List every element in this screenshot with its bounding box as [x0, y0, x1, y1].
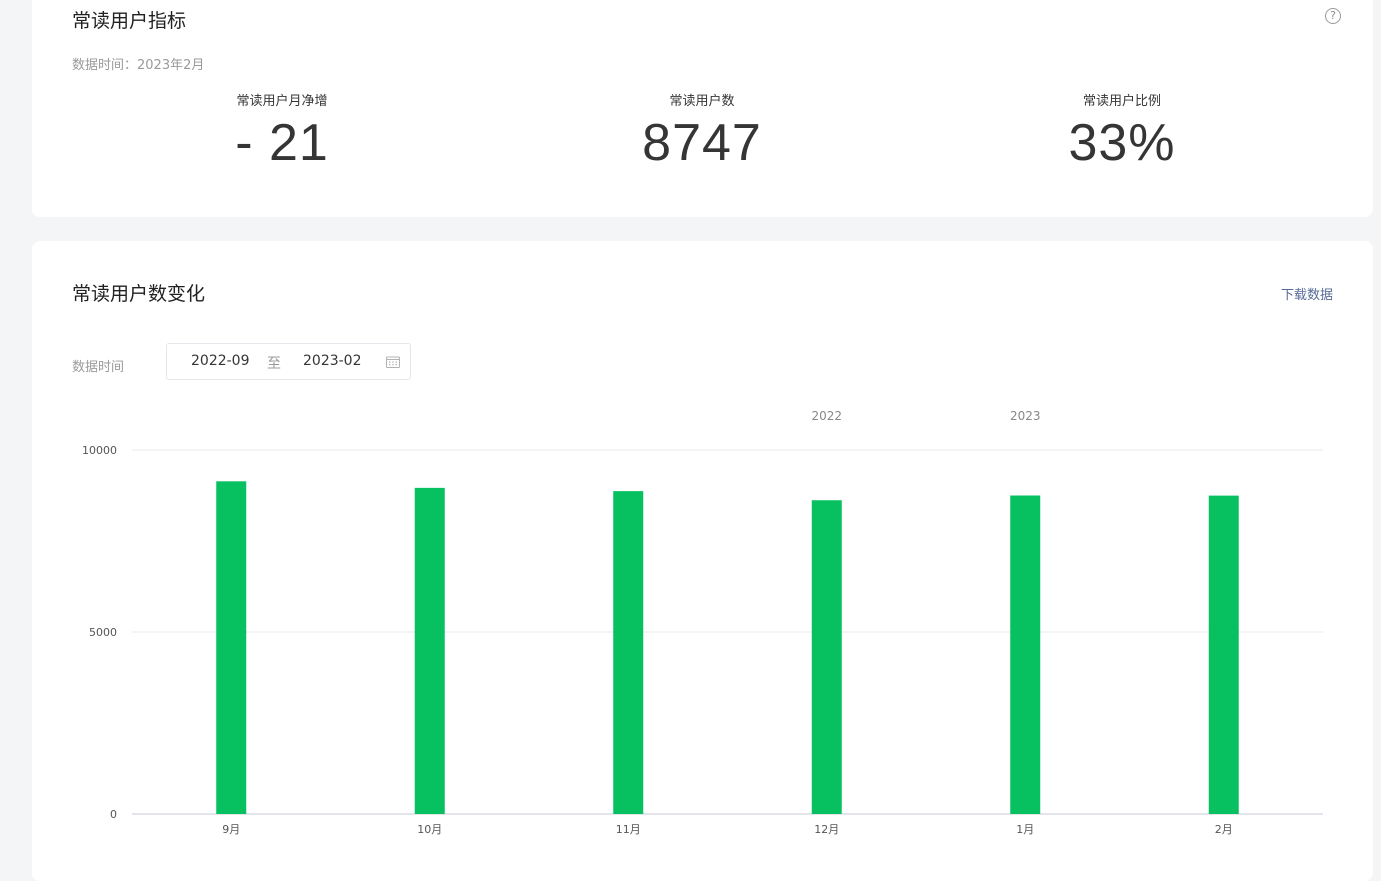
- download-data-link[interactable]: 下载数据: [1281, 284, 1333, 303]
- date-separator: 至: [267, 356, 281, 372]
- date-end-value[interactable]: 2023-02: [303, 353, 362, 369]
- metric-net-growth: 常读用户月净增 - 21: [132, 90, 432, 169]
- date-start-value[interactable]: 2022-09: [191, 353, 250, 369]
- y-tick-label: 5000: [89, 626, 117, 639]
- metric-label: 常读用户数: [669, 94, 735, 109]
- year-label: 2022: [811, 409, 842, 423]
- metric-label: 常读用户月净增: [236, 94, 328, 109]
- bar: [1208, 495, 1239, 814]
- x-tick-label: 10月: [417, 823, 442, 836]
- metric-value: 8747: [642, 114, 762, 172]
- trend-card: 常读用户数变化 下载数据 数据时间 2022-09 至 2023-02 0 500…: [32, 241, 1373, 881]
- metrics-card: 常读用户指标 ? 数据时间：2023年2月 常读用户月净增 - 21 常读用户数…: [32, 0, 1373, 217]
- x-tick-label: 2月: [1215, 823, 1233, 836]
- bar: [1010, 495, 1041, 814]
- x-tick-label: 1月: [1016, 823, 1034, 836]
- bar: [811, 500, 842, 814]
- data-time-text: 数据时间：2023年2月: [72, 58, 205, 73]
- x-tick-label: 12月: [814, 823, 839, 836]
- bar: [414, 487, 445, 814]
- calendar-icon[interactable]: [386, 356, 400, 368]
- x-tick-label: 9月: [222, 823, 240, 836]
- y-tick-label: 10000: [82, 444, 117, 457]
- x-tick-label: 11月: [616, 823, 641, 836]
- bar: [613, 491, 644, 814]
- metrics-card-title: 常读用户指标: [72, 10, 187, 32]
- question-circle-icon[interactable]: ?: [1325, 8, 1341, 24]
- date-filter-label: 数据时间: [72, 360, 125, 375]
- trend-card-title: 常读用户数变化: [72, 283, 206, 305]
- bar: [216, 481, 247, 814]
- user-count-bar-chart: 0 5000 10000 9月 10月 11月 12月 1月 2月 2022 2023: [82, 409, 1323, 836]
- metric-ratio: 常读用户比例 33%: [972, 90, 1272, 169]
- year-label: 2023: [1010, 409, 1041, 423]
- y-tick-label: 0: [110, 808, 117, 821]
- metric-value: - 21: [235, 114, 329, 172]
- metric-label: 常读用户比例: [1082, 94, 1161, 109]
- metric-value: 33%: [1068, 114, 1176, 172]
- metric-regular-users: 常读用户数 8747: [552, 90, 852, 169]
- date-range-picker[interactable]: 2022-09 至 2023-02: [166, 343, 411, 380]
